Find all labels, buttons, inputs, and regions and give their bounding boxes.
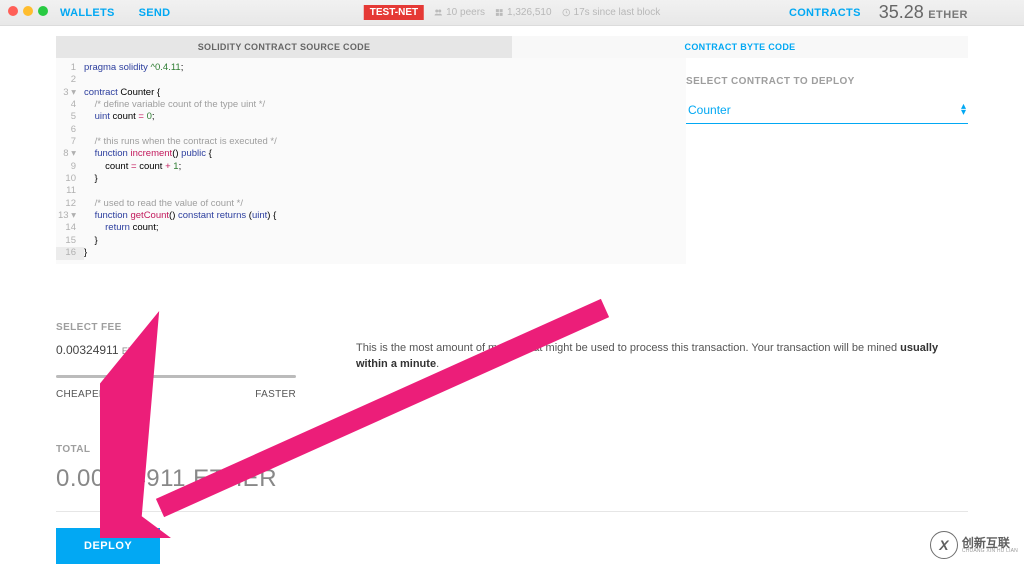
block-stat: 1,326,510 <box>495 7 552 18</box>
tab-byte-code[interactable]: CONTRACT BYTE CODE <box>512 36 968 58</box>
nav-send[interactable]: SEND <box>139 7 171 19</box>
watermark: X 创新互联 CHUANG XIN HU LIAN <box>930 531 1018 559</box>
nav-wallets[interactable]: WALLETS <box>60 7 115 19</box>
contract-selected: Counter <box>688 103 731 117</box>
clock-icon <box>562 8 571 17</box>
separator <box>56 511 968 512</box>
total-value: 0.00324911 ETHER <box>56 465 968 493</box>
time-stat: 17s since last block <box>562 7 661 18</box>
chevron-up-down-icon: ▴▾ <box>961 104 966 116</box>
contract-select[interactable]: Counter ▴▾ <box>686 97 968 124</box>
block-icon <box>495 8 504 17</box>
nav-contracts[interactable]: CONTRACTS <box>789 7 861 19</box>
watermark-logo: X <box>930 531 958 559</box>
topbar: WALLETS SEND TEST-NET 10 peers 1,326,510… <box>0 0 1024 26</box>
fee-value: 0.00324911 ETHER <box>56 343 296 357</box>
deploy-button[interactable]: DEPLOY <box>56 528 160 564</box>
code-tabs: SOLIDITY CONTRACT SOURCE CODE CONTRACT B… <box>56 36 968 58</box>
tab-source-code[interactable]: SOLIDITY CONTRACT SOURCE CODE <box>56 36 512 58</box>
select-contract-label: SELECT CONTRACT TO DEPLOY <box>686 76 968 87</box>
total-label: TOTAL <box>56 444 968 455</box>
network-badge: TEST-NET <box>364 5 424 20</box>
maximize-dot[interactable] <box>38 6 48 16</box>
fee-info: This is the most amount of money that mi… <box>356 322 968 400</box>
slider-cheaper-label: CHEAPER <box>56 389 106 400</box>
close-dot[interactable] <box>8 6 18 16</box>
select-fee-label: SELECT FEE <box>56 322 296 333</box>
minimize-dot[interactable] <box>23 6 33 16</box>
fee-slider[interactable] <box>56 371 296 381</box>
slider-thumb[interactable] <box>126 369 138 381</box>
balance: 35.28 ETHER <box>879 2 968 23</box>
code-editor[interactable]: 1pragma solidity ^0.4.11; 2 3 ▾contract … <box>56 58 656 264</box>
window-controls <box>8 6 48 16</box>
peers-icon <box>434 8 443 17</box>
peers-stat: 10 peers <box>434 7 485 18</box>
slider-faster-label: FASTER <box>255 389 296 400</box>
